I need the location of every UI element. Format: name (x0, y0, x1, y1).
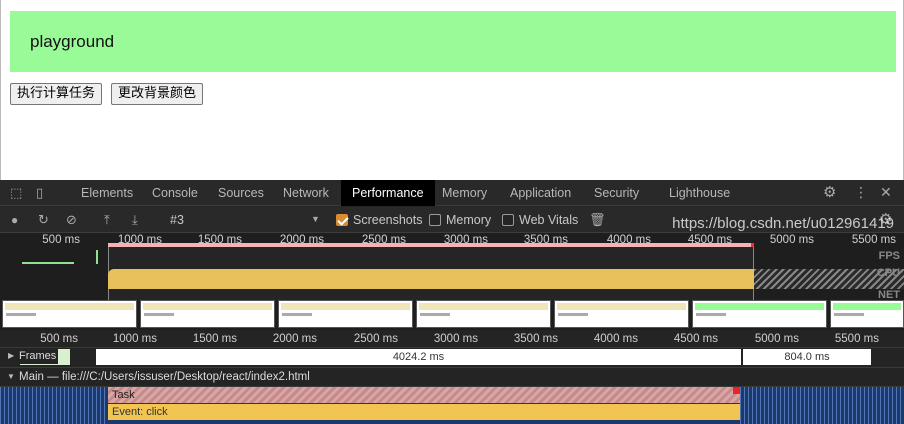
tab-lighthouse[interactable]: Lighthouse (669, 180, 730, 206)
close-icon[interactable]: ✕ (880, 185, 892, 199)
profile-select[interactable]: #3 (170, 213, 184, 227)
ruler-tick: 500 ms (40, 333, 78, 345)
tab-sources[interactable]: Sources (218, 180, 264, 206)
frames-label: Frames (17, 349, 59, 364)
long-task-flag (733, 387, 740, 394)
playground-banner: playground (10, 11, 896, 72)
screenshots-label: Screenshots (353, 213, 423, 227)
ruler-tick: 2500 ms (353, 333, 398, 345)
more-options-icon[interactable]: ⋮ (854, 185, 868, 199)
event-click-block[interactable]: Event: click (108, 404, 740, 420)
fps-label: FPS (878, 250, 900, 262)
upload-profile-icon[interactable]: ⤒ (104, 213, 110, 226)
fps-bar (22, 262, 74, 264)
cpu-label: CPU (876, 267, 900, 279)
record-icon[interactable]: ● (11, 214, 18, 226)
flame-stripes (0, 387, 108, 424)
overview-tick: 5500 ms (851, 234, 896, 246)
main-flame-chart[interactable]: Task Event: click (0, 387, 904, 424)
watermark: https://blog.csdn.net/u012961419 (672, 215, 894, 232)
event-label: Event: click (112, 406, 168, 418)
ruler-tick: 3000 ms (433, 333, 478, 345)
reload-record-icon[interactable]: ↻ (38, 213, 49, 226)
overview-tick: 500 ms (42, 234, 80, 246)
screenshot-thumb[interactable] (416, 300, 551, 328)
inspect-element-icon[interactable]: ⬚ (10, 186, 22, 199)
main-thread-label: Main — file:///C:/Users/issuser/Desktop/… (19, 371, 310, 383)
clear-icon[interactable]: ⊘ (66, 213, 77, 226)
tab-console[interactable]: Console (152, 180, 198, 206)
devtools-tabbar: ⬚ ▯ Elements Console Sources Network Per… (0, 180, 904, 206)
ruler-tick: 1500 ms (192, 333, 237, 345)
ruler-tick: 2000 ms (272, 333, 317, 345)
banner-text: playground (30, 32, 115, 51)
ruler-tick: 4000 ms (593, 333, 638, 345)
ruler-tick: 3500 ms (513, 333, 558, 345)
timeline-ruler: 500 ms 1000 ms 1500 ms 2000 ms 2500 ms 3… (0, 330, 904, 348)
task-label: Task (112, 389, 135, 401)
screenshot-thumb[interactable] (278, 300, 413, 328)
ruler-tick: 5500 ms (834, 333, 879, 345)
web-vitals-label: Web Vitals (519, 213, 579, 227)
tab-performance[interactable]: Performance (341, 180, 435, 206)
chevron-down-icon[interactable]: ▼ (311, 215, 320, 224)
ruler-tick: 1000 ms (112, 333, 157, 345)
tab-memory[interactable]: Memory (442, 180, 487, 206)
overview-tick: 5000 ms (769, 234, 814, 246)
change-bg-button[interactable]: 更改背景颜色 (111, 83, 204, 105)
screenshot-filmstrip[interactable] (0, 300, 904, 330)
tab-application[interactable]: Application (510, 180, 571, 206)
settings-gear-icon[interactable]: ⚙ (823, 185, 836, 200)
trash-icon[interactable]: 🗑 (589, 213, 606, 226)
device-toolbar-icon[interactable]: ▯ (36, 186, 43, 199)
ruler-tick: 4500 ms (673, 333, 718, 345)
page-viewport: playground 执行计算任务 更改背景颜色 (0, 0, 904, 180)
screenshot-thumb[interactable] (554, 300, 689, 328)
frame-cell-next[interactable]: 804.0 ms (743, 349, 871, 365)
ruler-tick: 5000 ms (754, 333, 799, 345)
run-task-button[interactable]: 执行计算任务 (10, 83, 103, 105)
tab-security[interactable]: Security (594, 180, 639, 206)
fps-bar (96, 250, 98, 264)
task-block[interactable]: Task (108, 387, 740, 403)
frames-track[interactable]: ms 4024.2 ms 804.0 ms ▶ Frames (0, 348, 904, 366)
long-task-indicator (108, 243, 754, 247)
tab-elements[interactable]: Elements (81, 180, 133, 206)
memory-checkbox[interactable] (429, 214, 441, 226)
screenshot-thumb[interactable] (830, 300, 904, 328)
screenshot-thumb[interactable] (2, 300, 137, 328)
main-thread-header[interactable]: ▼ Main — file:///C:/Users/issuser/Deskto… (0, 367, 904, 387)
collapse-main-icon[interactable]: ▼ (7, 373, 15, 381)
cpu-scripting-area (108, 269, 754, 289)
download-profile-icon[interactable]: ⤓ (132, 213, 138, 226)
frame-cell-long[interactable]: 4024.2 ms (96, 349, 741, 365)
memory-label: Memory (446, 213, 492, 227)
screenshot-thumb[interactable] (140, 300, 275, 328)
timeline-overview[interactable]: 500 ms 1000 ms 1500 ms 2000 ms 2500 ms 3… (0, 233, 904, 301)
tab-network[interactable]: Network (283, 180, 329, 206)
screenshots-checkbox[interactable] (336, 214, 348, 226)
flame-stripes (740, 387, 904, 424)
screenshot-thumb[interactable] (692, 300, 827, 328)
web-vitals-checkbox[interactable] (502, 214, 514, 226)
expand-frames-icon[interactable]: ▶ (8, 352, 14, 360)
